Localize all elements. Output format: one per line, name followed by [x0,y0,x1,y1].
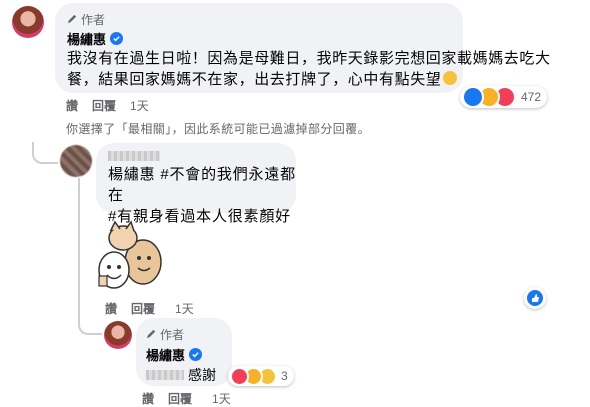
commenter-name[interactable]: 楊繡惠 [146,345,203,364]
reaction-count: 3 [281,369,288,383]
reply-button[interactable]: 回覆 [92,97,116,114]
reply-actions: 讚 回覆 1天 [142,390,231,407]
author-tag-label: 作者 [160,328,185,342]
author-badge: 作者 [67,11,105,28]
pencil-icon [146,328,157,342]
thread-line [78,178,102,335]
comment-actions: 讚 回覆 1天 [66,97,149,114]
love-reaction-icon [230,366,249,386]
author-tag-label: 作者 [81,13,106,27]
author-comment-bubble: 作者 楊繡惠 我沒有在過生日啦！因為是母難日，我昨天錄影完想回家載媽媽去吃大 餐… [55,3,550,93]
verified-badge-icon [110,32,124,45]
reply-button[interactable]: 回覆 [131,300,155,317]
like-button[interactable]: 讚 [142,390,154,407]
reply-actions: 讚 回覆 1天 [105,300,194,317]
like-reaction-icon [527,290,543,306]
sticker-image[interactable] [96,220,166,295]
reaction-count: 472 [521,90,542,104]
timestamp[interactable]: 1天 [212,390,231,407]
filter-note: 你選擇了「最相關」，因此系統可能已過濾掉部分回覆。 [66,122,371,136]
pencil-icon [67,13,78,27]
author-reply-bubble: 作者 楊繡惠 感謝 [136,318,232,386]
thread-line [32,142,58,164]
commenter-name-text[interactable]: 楊繡惠 [146,345,185,364]
replier-avatar[interactable] [60,145,92,177]
redacted-name [108,151,160,161]
comment-text-line: 我沒有在過生日啦！因為是母難日，我昨天錄影完想回家載媽媽去吃大 [67,50,551,67]
comment-text: 我沒有在過生日啦！因為是母難日，我昨天錄影完想回家載媽媽去吃大 餐，結果回家媽媽… [67,48,551,90]
reply-like-reaction[interactable] [524,287,546,309]
timestamp[interactable]: 1天 [130,97,149,114]
author-avatar[interactable] [104,321,132,349]
grin-emoji-icon [443,71,458,85]
like-button[interactable]: 讚 [105,300,117,317]
author-avatar[interactable] [12,6,44,38]
like-reaction-icon [462,86,484,108]
reply-bubble: 楊繡惠 #不會的我們永遠都在 #有親身看過本人很素顏好看 [96,143,296,246]
redacted-mention [146,370,184,380]
reply-text: 感謝 [146,365,216,385]
commenter-name-text[interactable]: 楊繡惠 [67,29,106,48]
reply-button[interactable]: 回覆 [168,390,192,407]
commenter-name[interactable]: 楊繡惠 [67,29,124,48]
author-badge: 作者 [146,326,184,343]
reactions-summary[interactable]: 472 [460,86,548,108]
verified-badge-icon [189,348,203,361]
reactions-summary[interactable]: 3 [228,366,294,386]
timestamp[interactable]: 1天 [175,300,194,317]
like-button[interactable]: 讚 [66,97,78,114]
